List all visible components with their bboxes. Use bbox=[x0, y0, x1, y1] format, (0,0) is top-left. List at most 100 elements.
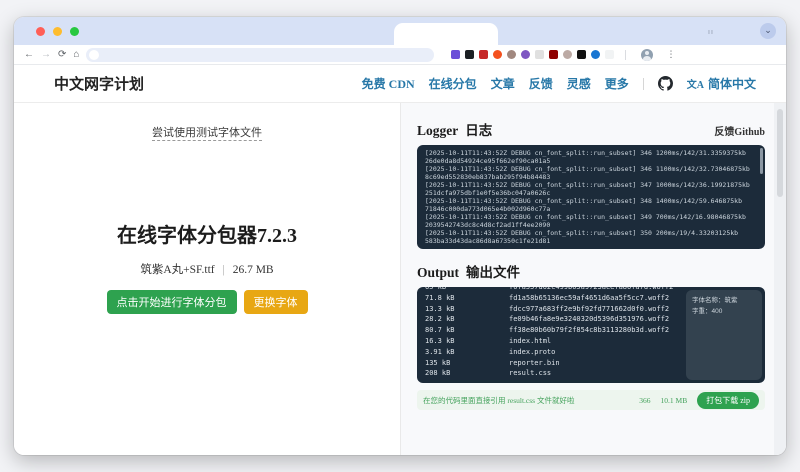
left-panel: 尝试使用测试字体文件 在线字体分包器7.2.3 筑紫A丸+SF.ttf | 26… bbox=[14, 103, 400, 455]
forward-icon[interactable]: → bbox=[41, 49, 51, 60]
back-icon[interactable]: ← bbox=[24, 49, 34, 60]
file-name-cell: reporter.bin bbox=[509, 358, 560, 367]
logger-title-zh: 日志 bbox=[465, 123, 493, 138]
main-area: 尝试使用测试字体文件 在线字体分包器7.2.3 筑紫A丸+SF.ttf | 26… bbox=[14, 103, 786, 455]
log-line: [2025-10-11T11:43:52Z DEBUG cn_font_spli… bbox=[425, 165, 750, 173]
font-name-meta: 字体名称：筑紫 bbox=[692, 297, 738, 304]
file-size-cell: 16.3 kB bbox=[425, 336, 455, 345]
github-icon[interactable] bbox=[657, 76, 673, 91]
file-divider: | bbox=[222, 264, 225, 276]
nav-feedback[interactable]: 反馈 bbox=[529, 75, 553, 92]
extension-icon[interactable] bbox=[591, 50, 601, 59]
log-line: [2025-10-11T11:43:52Z DEBUG cn_font_spli… bbox=[425, 149, 746, 157]
log-line: 26de0da8d54924ce95f662ef90ca01a5 bbox=[425, 157, 551, 165]
nav-divider bbox=[642, 77, 644, 90]
address-bar-favicon bbox=[89, 49, 100, 60]
extensions-row bbox=[451, 50, 615, 59]
file-name-cell: ff38e80b60b79f2f854c8b3113280b3d.woff2 bbox=[509, 326, 670, 335]
hero-block: 在线字体分包器7.2.3 筑紫A丸+SF.ttf | 26.7 MB 点击开始进… bbox=[14, 219, 400, 314]
output-file-list[interactable]: 65 kB f0fa557d02c499b05a9723acefa86fa7d.w… bbox=[417, 287, 765, 383]
output-footer: 在您的代码里面直接引用 result.css 文件就好啦 366 10.1 MB… bbox=[417, 390, 765, 410]
log-line: 583ba33d43dac86d8a67350c1fe21d81 bbox=[425, 237, 551, 245]
extension-icon[interactable] bbox=[549, 50, 559, 59]
right-panel: Logger 日志 反馈Github [2025-10-11T11:43:52Z … bbox=[400, 103, 786, 455]
nav-online-split[interactable]: 在线分包 bbox=[429, 75, 477, 92]
tab-search-chevron-icon[interactable]: ⌄ bbox=[760, 23, 776, 39]
extension-icon[interactable] bbox=[479, 50, 489, 59]
file-size-cell: 28.2 kB bbox=[425, 315, 455, 324]
app-title: 在线字体分包器7.2.3 bbox=[117, 225, 297, 247]
extension-icon[interactable] bbox=[451, 50, 461, 59]
file-size-cell: 135 kB bbox=[425, 358, 451, 367]
file-size: 26.7 MB bbox=[232, 264, 274, 276]
page-scrollbar[interactable] bbox=[774, 103, 786, 455]
nav-free-cdn[interactable]: 免费 CDN bbox=[362, 75, 415, 92]
loaded-file-line: 筑紫A丸+SF.ttf | 26.7 MB bbox=[14, 261, 400, 277]
output-title-zh: 输出文件 bbox=[466, 265, 521, 280]
logger-header: Logger 日志 反馈Github bbox=[417, 119, 765, 139]
minimize-window-button[interactable] bbox=[53, 27, 62, 36]
reload-icon[interactable]: ⟳ bbox=[58, 49, 66, 60]
language-label: 简体中文 bbox=[707, 77, 756, 91]
extension-icon[interactable] bbox=[577, 50, 587, 59]
file-name-cell: index.proto bbox=[509, 347, 556, 356]
total-size: 10.1 MB bbox=[660, 395, 688, 405]
file-name-cell: index.html bbox=[509, 336, 552, 345]
file-size-cell: 13.3 kB bbox=[425, 304, 455, 313]
feedback-github-link[interactable]: 反馈Github bbox=[714, 123, 765, 138]
extension-icon[interactable] bbox=[535, 50, 545, 59]
extension-icon[interactable] bbox=[493, 50, 503, 59]
profile-avatar[interactable] bbox=[641, 48, 654, 61]
close-window-button[interactable] bbox=[36, 27, 45, 36]
extension-icon[interactable] bbox=[465, 50, 475, 59]
log-line: [2025-10-11T11:43:52Z DEBUG cn_font_spli… bbox=[425, 213, 746, 221]
address-bar[interactable] bbox=[86, 47, 435, 62]
font-weight-meta: 字重：400 bbox=[692, 308, 723, 315]
browser-menu-icon[interactable]: ⋮ bbox=[666, 49, 675, 60]
traffic-lights bbox=[36, 27, 79, 36]
file-name-cell: fdcc977a683ff2e9bf92fd771662d0f0.woff2 bbox=[509, 304, 670, 313]
file-name-cell: fd1a58b65136ec59af4651d6aa5f5cc7.woff2 bbox=[509, 293, 670, 302]
file-name: 筑紫A丸+SF.ttf bbox=[140, 264, 215, 276]
file-size-cell: 80.7 kB bbox=[425, 326, 455, 335]
page-content: 中文网字计划 免费 CDN 在线分包 文章 反馈 灵感 更多 文A 简体中文 尝… bbox=[14, 65, 786, 455]
log-console[interactable]: [2025-10-11T11:43:52Z DEBUG cn_font_spli… bbox=[417, 145, 765, 249]
output-title: Output 输出文件 bbox=[417, 261, 520, 281]
output-title-en: Output bbox=[417, 265, 460, 280]
site-title: 中文网字计划 bbox=[54, 77, 145, 93]
test-font-link-wrap: 尝试使用测试字体文件 bbox=[14, 123, 400, 141]
extension-icon[interactable] bbox=[521, 50, 531, 59]
nav-articles[interactable]: 文章 bbox=[491, 75, 515, 92]
log-scrollbar-thumb[interactable] bbox=[760, 148, 763, 174]
file-size-cell: 3.91 kB bbox=[425, 347, 455, 356]
nav-inspiration[interactable]: 灵感 bbox=[567, 75, 591, 92]
toolbar-divider bbox=[625, 49, 627, 60]
output-header: Output 输出文件 bbox=[417, 261, 765, 281]
try-test-font-link[interactable]: 尝试使用测试字体文件 bbox=[152, 127, 262, 141]
extension-icon[interactable] bbox=[507, 50, 517, 59]
language-switcher[interactable]: 文A 简体中文 bbox=[687, 75, 756, 92]
maximize-window-button[interactable] bbox=[70, 27, 79, 36]
nav-more[interactable]: 更多 bbox=[605, 75, 629, 92]
download-zip-button[interactable]: 打包下载 zip bbox=[697, 391, 759, 409]
extensions-puzzle-icon[interactable] bbox=[605, 50, 615, 59]
file-count: 366 bbox=[639, 395, 651, 405]
start-split-button[interactable]: 点击开始进行字体分包 bbox=[106, 290, 237, 314]
file-size-cell: 208 kB bbox=[425, 369, 451, 378]
file-size-cell: 71.8 kB bbox=[425, 293, 455, 302]
site-nav: 免费 CDN 在线分包 文章 反馈 灵感 更多 文A 简体中文 bbox=[362, 75, 756, 92]
action-buttons: 点击开始进行字体分包 更换字体 bbox=[14, 290, 400, 314]
extension-icon[interactable] bbox=[563, 50, 573, 59]
tab-strip-indicator: ıı bbox=[708, 29, 714, 36]
home-icon[interactable]: ⌂ bbox=[73, 49, 79, 60]
change-font-button[interactable]: 更换字体 bbox=[243, 290, 308, 314]
translate-icon: 文A bbox=[686, 80, 704, 91]
log-line: [2025-10-11T11:43:52Z DEBUG cn_font_spli… bbox=[425, 197, 742, 205]
file-name-cell: fe09b46fa8e9e3240320d5396d351976.woff2 bbox=[509, 315, 670, 324]
browser-tab[interactable] bbox=[394, 23, 498, 45]
output-stats: 366 10.1 MB 打包下载 zip bbox=[639, 391, 759, 409]
logger-title: Logger 日志 bbox=[417, 119, 492, 139]
logger-title-en: Logger bbox=[417, 123, 459, 138]
usage-hint: 在您的代码里面直接引用 result.css 文件就好啦 bbox=[423, 395, 575, 405]
page-scrollbar-thumb[interactable] bbox=[777, 109, 783, 197]
